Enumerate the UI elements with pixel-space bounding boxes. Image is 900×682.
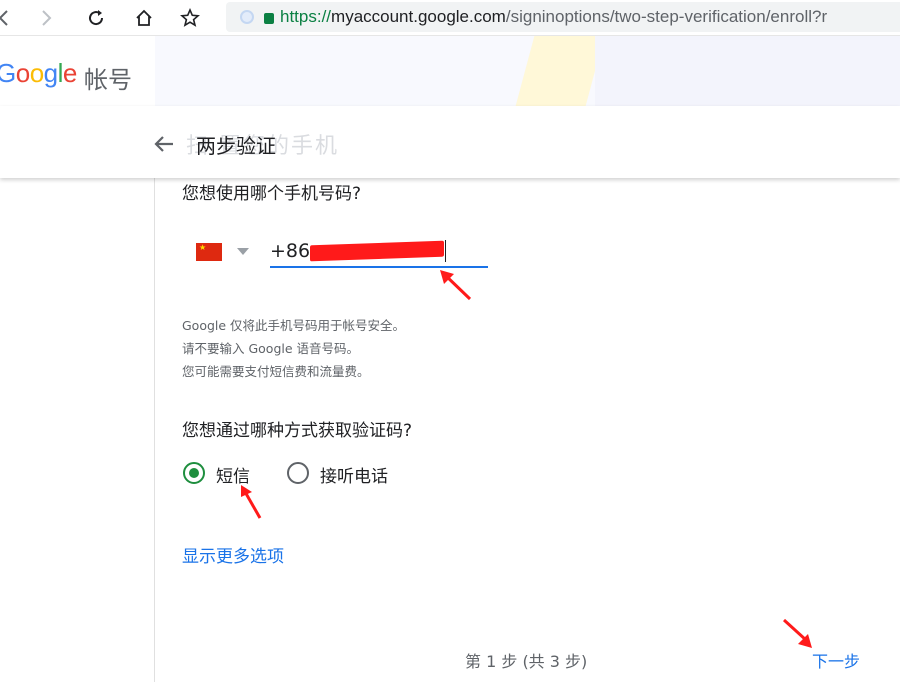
radio-call[interactable] (287, 462, 309, 484)
china-flag-icon[interactable]: ★ (196, 243, 222, 261)
annotation-arrow-icon (241, 485, 262, 519)
method-question: 您想通过哪种方式获取验证码? (182, 421, 413, 441)
phone-hint: Google 仅将此手机号码用于帐号安全。 请不要输入 Google 语音号码。… (182, 314, 405, 383)
text-cursor (445, 240, 446, 262)
country-code: +86 (270, 240, 311, 262)
enroll-form: 您想使用哪个手机号码? ★ +86 Google 仅将此手机号码用于帐号安全。 … (0, 0, 900, 682)
radio-sms[interactable] (183, 462, 205, 484)
redaction-mark (310, 240, 444, 262)
back-arrow-icon[interactable] (150, 130, 178, 158)
step-indicator: 第 1 步 (共 3 步) (465, 652, 588, 671)
annotation-arrow-icon (440, 270, 472, 301)
hint-line: Google 仅将此手机号码用于帐号安全。 (182, 318, 406, 333)
hint-line: 请不要输入 Google 语音号码。 (182, 341, 360, 356)
annotation-arrow-icon (782, 618, 812, 648)
phone-question: 您想使用哪个手机号码? (182, 184, 362, 204)
page-title: 两步验证 (196, 134, 276, 158)
radio-call-label[interactable]: 接听电话 (320, 462, 388, 487)
show-more-options-link[interactable]: 显示更多选项 (182, 542, 284, 567)
hint-line: 您可能需要支付短信费和流量费。 (182, 364, 370, 379)
next-button[interactable]: 下一步 (812, 648, 860, 672)
phone-number-input[interactable]: +86 (270, 238, 488, 268)
page-header: 扫 置您的手机 两步验证 (0, 106, 900, 178)
chevron-down-icon[interactable] (237, 248, 249, 255)
flag-star-icon: ★ (199, 243, 207, 252)
